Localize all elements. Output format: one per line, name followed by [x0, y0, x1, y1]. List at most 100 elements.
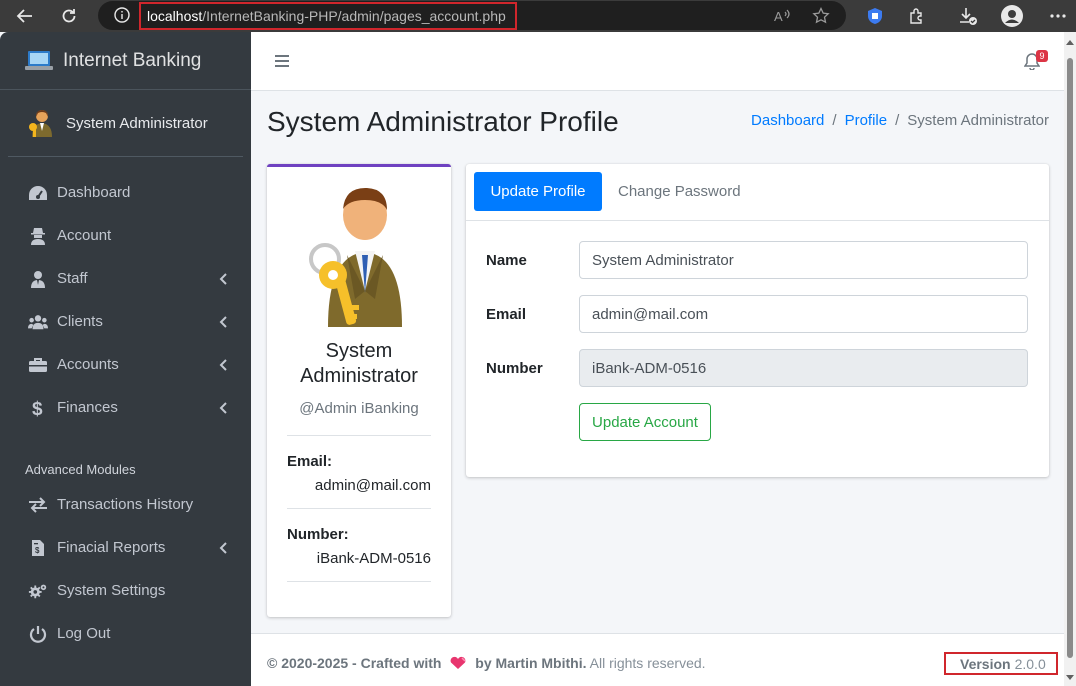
info-icon[interactable] [112, 5, 132, 25]
profile-tabs: Update Profile Change Password [466, 164, 1049, 221]
sidebar-item-finances[interactable]: $ Finances [0, 386, 251, 429]
profile-email-label: Email: [287, 453, 333, 470]
breadcrumb-separator: / [832, 112, 837, 129]
reload-icon[interactable] [57, 4, 81, 28]
number-label: Number [486, 360, 543, 377]
sidebar-item-financial-reports[interactable]: $ Finacial Reports [0, 526, 251, 569]
sidebar-user-name: System Administrator [66, 114, 208, 132]
dollar-icon: $ [28, 398, 48, 418]
exchange-icon [28, 495, 48, 515]
cogs-icon [28, 581, 48, 601]
sidebar-item-label: Finacial Reports [57, 539, 166, 556]
user-avatar [29, 110, 52, 137]
sidebar-item-label: Finances [57, 399, 118, 416]
profile-avatar-image [309, 187, 402, 327]
update-profile-card: Update Profile Change Password Name Emai… [466, 164, 1049, 477]
section-header-advanced: Advanced Modules [25, 462, 136, 477]
chevron-left-icon [219, 541, 227, 558]
user-tie-icon [28, 269, 48, 289]
sidebar-item-label: Accounts [57, 356, 119, 373]
users-icon [28, 312, 48, 332]
breadcrumb-dashboard[interactable]: Dashboard [751, 112, 824, 129]
sidebar-item-dashboard[interactable]: Dashboard [0, 171, 251, 214]
url-text[interactable]: localhost/InternetBanking-PHP/admin/page… [139, 2, 517, 30]
sidebar-item-label: Account [57, 227, 112, 244]
name-label: Name [486, 252, 527, 269]
email-label: Email [486, 306, 527, 323]
brand-text: Internet Banking [63, 49, 202, 71]
url-host: localhost [147, 8, 203, 24]
sidebar-item-clients[interactable]: Clients [0, 300, 251, 343]
tachometer-icon [28, 183, 48, 203]
sidebar-item-transactions-history[interactable]: Transactions History [0, 483, 251, 526]
sidebar-item-label: Clients [57, 313, 103, 330]
tab-update-profile[interactable]: Update Profile [474, 172, 602, 211]
chevron-left-icon [219, 272, 227, 289]
read-aloud-icon[interactable]: A [771, 5, 793, 27]
svg-text:$: $ [32, 399, 43, 418]
breadcrumb-current: System Administrator [907, 112, 1049, 129]
name-input[interactable] [579, 241, 1028, 279]
scroll-thumb[interactable] [1067, 58, 1073, 658]
footer: © 2020-2025 - Crafted with by Martin Mbi… [251, 633, 1064, 686]
number-input[interactable] [579, 349, 1028, 387]
extensions-puzzle-icon[interactable] [906, 5, 928, 27]
sidebar-item-log-out[interactable]: Log Out [0, 612, 251, 655]
downloads-icon[interactable] [957, 5, 979, 27]
scroll-up-arrow-icon[interactable] [1066, 40, 1074, 45]
menu-toggle-icon[interactable] [275, 54, 289, 68]
user-secret-icon [28, 226, 48, 246]
page-scrollbar[interactable] [1064, 32, 1076, 686]
heart-icon [450, 656, 466, 669]
svg-text:$: $ [35, 546, 40, 555]
notification-bell-icon[interactable]: 9 [1023, 50, 1048, 72]
divider [287, 435, 431, 436]
profile-card: System Administrator @Admin iBanking Ema… [267, 164, 451, 617]
chevron-left-icon [219, 315, 227, 332]
extension-shield-icon[interactable] [864, 5, 886, 27]
brand-link[interactable]: Internet Banking [0, 32, 251, 90]
breadcrumb: Dashboard / Profile / System Administrat… [751, 112, 1049, 129]
sidebar-item-staff[interactable]: Staff [0, 257, 251, 300]
more-menu-icon[interactable] [1047, 5, 1069, 27]
notification-badge: 9 [1036, 50, 1048, 62]
sidebar-item-label: Log Out [57, 625, 111, 642]
profile-number-label: Number: [287, 526, 349, 543]
sidebar-item-label: Staff [57, 270, 88, 287]
user-panel[interactable]: System Administrator [8, 90, 243, 157]
divider [287, 581, 431, 582]
profile-number-value: iBank-ADM-0516 [316, 550, 431, 567]
profile-avatar-icon[interactable] [1001, 5, 1023, 27]
page-title: System Administrator Profile [267, 106, 619, 137]
sidebar-item-account[interactable]: Account [0, 214, 251, 257]
top-navbar: 9 [251, 32, 1064, 91]
version-label: Version [960, 655, 1011, 672]
chevron-left-icon [219, 358, 227, 375]
scroll-down-arrow-icon[interactable] [1066, 675, 1074, 680]
briefcase-icon [28, 355, 48, 375]
breadcrumb-separator: / [895, 112, 900, 129]
sidebar-nav: Dashboard Account Staff Clients Accounts… [0, 157, 251, 655]
favorite-star-icon[interactable] [810, 5, 832, 27]
sidebar-item-label: System Settings [57, 582, 166, 599]
sidebar-item-system-settings[interactable]: System Settings [0, 569, 251, 612]
footer-version: Version 2.0.0 [944, 652, 1058, 675]
profile-name: System Administrator [300, 340, 418, 387]
svg-text:A: A [774, 9, 783, 24]
laptop-logo-icon [25, 50, 53, 70]
url-path: /InternetBanking-PHP/admin/pages_account… [202, 8, 506, 24]
tab-change-password[interactable]: Change Password [608, 172, 751, 211]
footer-copyright: © 2020-2025 - Crafted with by Martin Mbi… [267, 655, 706, 671]
sidebar-item-accounts[interactable]: Accounts [0, 343, 251, 386]
footer-author: by Martin Mbithi. [475, 655, 587, 671]
footer-rights: All rights reserved. [589, 655, 706, 671]
breadcrumb-profile[interactable]: Profile [845, 112, 888, 129]
email-input[interactable] [579, 295, 1028, 333]
chevron-left-icon [219, 401, 227, 418]
back-arrow-icon[interactable] [13, 4, 37, 28]
sidebar: Internet Banking System Administrator Da… [0, 32, 251, 686]
profile-email-value: admin@mail.com [314, 477, 431, 494]
power-icon [28, 624, 48, 644]
sidebar-item-label: Dashboard [57, 184, 131, 201]
update-account-button[interactable]: Update Account [579, 403, 711, 441]
